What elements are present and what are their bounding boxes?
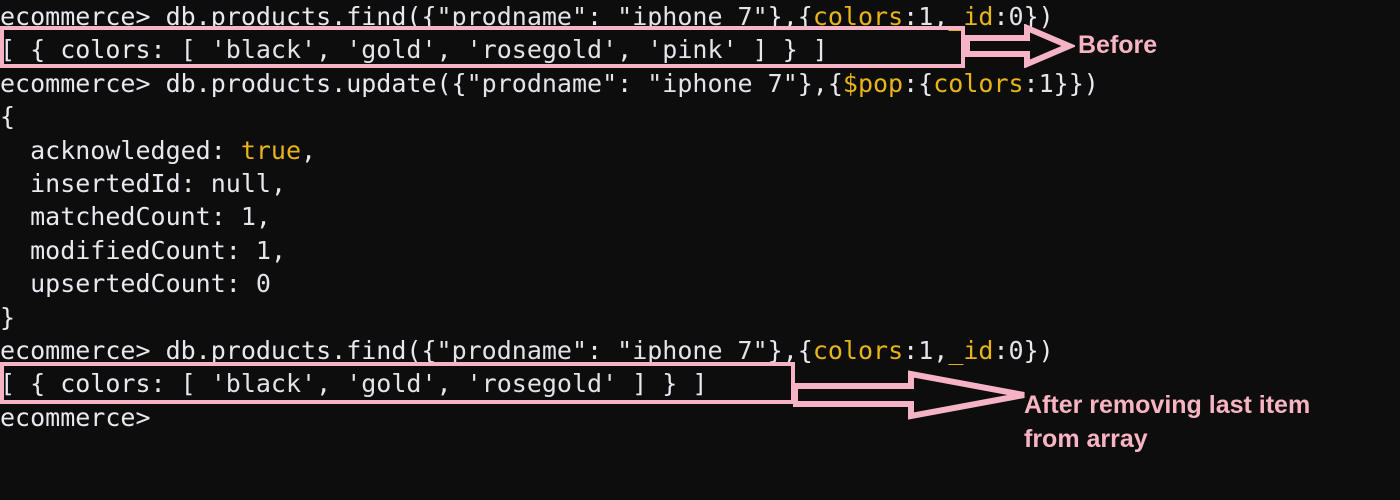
token-string: "iphone 7" bbox=[617, 2, 768, 31]
token-number: 1 bbox=[240, 202, 256, 232]
token-string: 'pink' bbox=[647, 35, 738, 65]
token-key: colors bbox=[933, 68, 1024, 98]
token-bool: true bbox=[240, 135, 302, 165]
token-number: 1 bbox=[1038, 68, 1054, 98]
terminal-line-output: acknowledged: true, bbox=[0, 134, 1400, 167]
token-plain: }) bbox=[1023, 335, 1054, 365]
token-plain: },{ bbox=[767, 2, 813, 31]
token-plain: insertedId: bbox=[0, 168, 211, 198]
token-string: "prodname" bbox=[436, 2, 588, 31]
token-plain: : bbox=[993, 2, 1009, 31]
token-plain: [ { colors: [ bbox=[0, 35, 211, 65]
token-plain: , bbox=[436, 35, 467, 65]
token-key: _id bbox=[948, 335, 994, 365]
token-string: 'rosegold' bbox=[466, 35, 618, 65]
token-string: 'gold' bbox=[346, 35, 437, 65]
token-prompt: ecommerce> bbox=[0, 68, 166, 98]
terminal-line-output: } bbox=[0, 301, 1400, 334]
token-plain: , bbox=[933, 335, 949, 365]
terminal-line-command: ecommerce> db.products.find({"prodname":… bbox=[0, 334, 1400, 367]
terminal-line-output: modifiedCount: 1, bbox=[0, 234, 1400, 267]
token-string: "iphone 7" bbox=[647, 68, 798, 98]
terminal-screenshot: ecommerce> db.products.find({"prodname":… bbox=[0, 0, 1400, 500]
terminal-line-output: upsertedCount: 0 bbox=[0, 267, 1400, 300]
token-plain: },{ bbox=[767, 335, 813, 365]
token-plain: db.products.find({ bbox=[165, 335, 437, 365]
terminal-output: ecommerce> db.products.find({"prodname":… bbox=[0, 0, 1400, 434]
token-plain: matchedCount: bbox=[0, 202, 241, 232]
token-plain: : bbox=[993, 335, 1009, 365]
token-prompt: ecommerce> bbox=[0, 335, 166, 365]
token-plain: { bbox=[0, 102, 16, 132]
token-key: colors bbox=[812, 335, 904, 365]
token-plain: : bbox=[617, 68, 648, 98]
token-number: 1 bbox=[255, 235, 271, 265]
token-string: 'rosegold' bbox=[466, 369, 618, 399]
token-plain: upsertedCount: bbox=[0, 269, 256, 299]
token-plain: : bbox=[903, 335, 919, 365]
token-number: 0 bbox=[1008, 335, 1024, 365]
token-plain: ] } ] bbox=[617, 369, 708, 399]
after-label-line2: from array bbox=[1024, 425, 1148, 453]
token-null: null bbox=[210, 168, 271, 198]
after-label-line1: After removing last item bbox=[1024, 391, 1311, 419]
terminal-line-output: { bbox=[0, 100, 1400, 133]
token-plain: : bbox=[587, 2, 618, 31]
token-string: 'black' bbox=[210, 369, 317, 399]
token-plain: , bbox=[255, 202, 271, 232]
token-string: 'black' bbox=[210, 35, 317, 65]
token-plain: : bbox=[903, 2, 919, 31]
token-number: 0 bbox=[255, 269, 271, 299]
token-string: "prodname" bbox=[466, 68, 618, 98]
token-plain: , bbox=[270, 235, 286, 265]
token-plain: db.products.find({ bbox=[165, 2, 437, 31]
token-plain: , bbox=[933, 2, 949, 31]
token-string: "iphone 7" bbox=[617, 335, 768, 365]
token-plain: }) bbox=[1023, 2, 1054, 31]
token-plain: } bbox=[0, 302, 16, 332]
token-plain: , bbox=[617, 35, 648, 65]
token-number: 1 bbox=[918, 335, 934, 365]
token-plain: , bbox=[270, 168, 286, 198]
token-plain: ] } ] bbox=[737, 35, 828, 65]
token-key: colors bbox=[812, 2, 904, 31]
token-plain: modifiedCount: bbox=[0, 235, 256, 265]
token-plain: acknowledged: bbox=[0, 135, 241, 165]
token-plain: , bbox=[436, 369, 467, 399]
terminal-line-output: matchedCount: 1, bbox=[0, 200, 1400, 233]
token-plain: :{ bbox=[903, 68, 934, 98]
token-key: $pop bbox=[842, 68, 904, 98]
token-string: "prodname" bbox=[436, 335, 588, 365]
terminal-line-command: ecommerce> db.products.update({"prodname… bbox=[0, 67, 1400, 100]
after-label: After removing last item from array bbox=[1024, 388, 1310, 456]
token-number: 1 bbox=[918, 2, 934, 31]
before-label: Before bbox=[1078, 31, 1158, 59]
token-prompt: ecommerce> bbox=[0, 402, 151, 432]
token-plain: }}) bbox=[1053, 68, 1099, 98]
terminal-line-command: ecommerce> db.products.find({"prodname":… bbox=[0, 0, 1400, 33]
token-plain: : bbox=[1023, 68, 1039, 98]
token-plain: },{ bbox=[797, 68, 843, 98]
terminal-line-output: insertedId: null, bbox=[0, 167, 1400, 200]
token-plain: [ { colors: [ bbox=[0, 369, 211, 399]
token-key: _id bbox=[948, 2, 994, 31]
token-number: 0 bbox=[1008, 2, 1024, 31]
token-plain: : bbox=[587, 335, 618, 365]
token-plain: , bbox=[316, 369, 347, 399]
token-string: 'gold' bbox=[346, 369, 437, 399]
token-prompt: ecommerce> bbox=[0, 2, 166, 31]
token-plain: , bbox=[301, 135, 317, 165]
terminal-line-output: [ { colors: [ 'black', 'gold', 'rosegold… bbox=[0, 33, 1400, 66]
token-plain: , bbox=[316, 35, 347, 65]
token-plain: db.products.update({ bbox=[165, 68, 467, 98]
